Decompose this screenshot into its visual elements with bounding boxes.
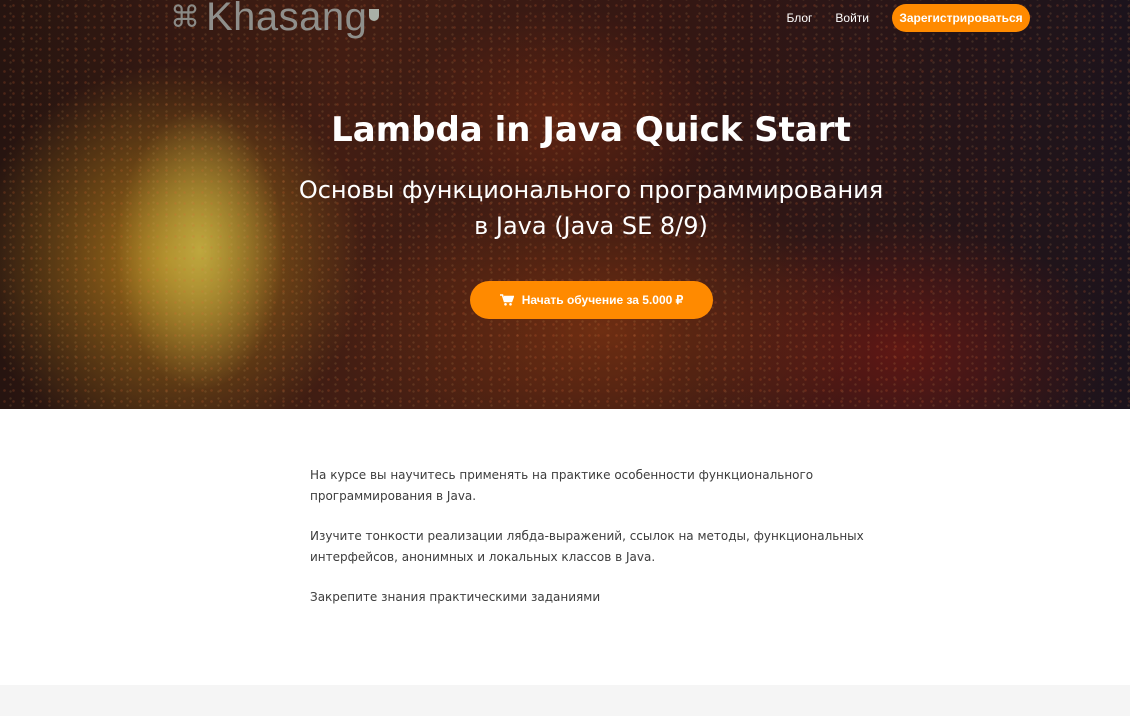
course-description: На курсе вы научитесь применять на практ… — [310, 465, 870, 627]
start-learning-button[interactable]: Начать обучение за 5.000 ₽ — [470, 281, 713, 319]
shield-icon — [369, 9, 380, 21]
site-logo[interactable]: ⌘ Khasang — [170, 0, 380, 40]
hero-section: ⌘ Khasang Блог Войти Зарегистрироваться … — [0, 0, 1130, 409]
nav-link-blog[interactable]: Блог — [786, 11, 812, 25]
page-title: Lambda in Java Quick Start — [331, 110, 851, 150]
register-button[interactable]: Зарегистрироваться — [892, 4, 1030, 32]
footer-band — [0, 685, 1130, 716]
cart-icon — [499, 294, 514, 306]
subtitle-line-1: Основы функционального программирования — [298, 176, 884, 204]
description-paragraph: На курсе вы научитесь применять на практ… — [310, 468, 814, 503]
top-navigation: Блог Войти Зарегистрироваться — [786, 4, 1030, 32]
page-subtitle: Основы функционального программирования … — [0, 172, 1130, 244]
logo-symbol-icon: ⌘ — [170, 0, 200, 35]
subtitle-line-2: в Java (Java SE 8/9) — [474, 212, 708, 240]
nav-link-login[interactable]: Войти — [835, 11, 869, 25]
description-paragraph: Закрепите знания практическими заданиями — [310, 590, 601, 604]
logo-text: Khasang — [206, 0, 368, 39]
description-paragraph: Изучите тонкости реализации лябда-выраже… — [310, 529, 864, 564]
start-learning-label: Начать обучение за 5.000 ₽ — [521, 293, 684, 307]
